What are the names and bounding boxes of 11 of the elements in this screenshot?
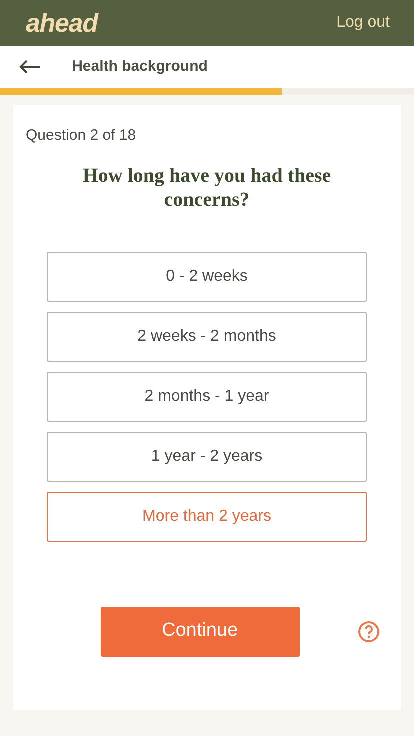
help-icon[interactable] xyxy=(358,620,380,642)
back-arrow-icon[interactable] xyxy=(19,60,41,74)
answer-option[interactable]: 2 months - 1 year xyxy=(47,372,367,422)
answer-option[interactable]: 2 weeks - 2 months xyxy=(47,312,367,362)
question-counter: Question 2 of 18 xyxy=(26,126,136,146)
answer-option[interactable]: 0 - 2 weeks xyxy=(47,252,367,302)
page-title: Health background xyxy=(72,58,208,75)
logo: ahead xyxy=(26,6,98,40)
answer-option[interactable]: 1 year - 2 years xyxy=(47,432,367,482)
logout-link[interactable]: Log out xyxy=(336,11,390,35)
question-text: How long have you had these concerns? xyxy=(82,164,332,212)
